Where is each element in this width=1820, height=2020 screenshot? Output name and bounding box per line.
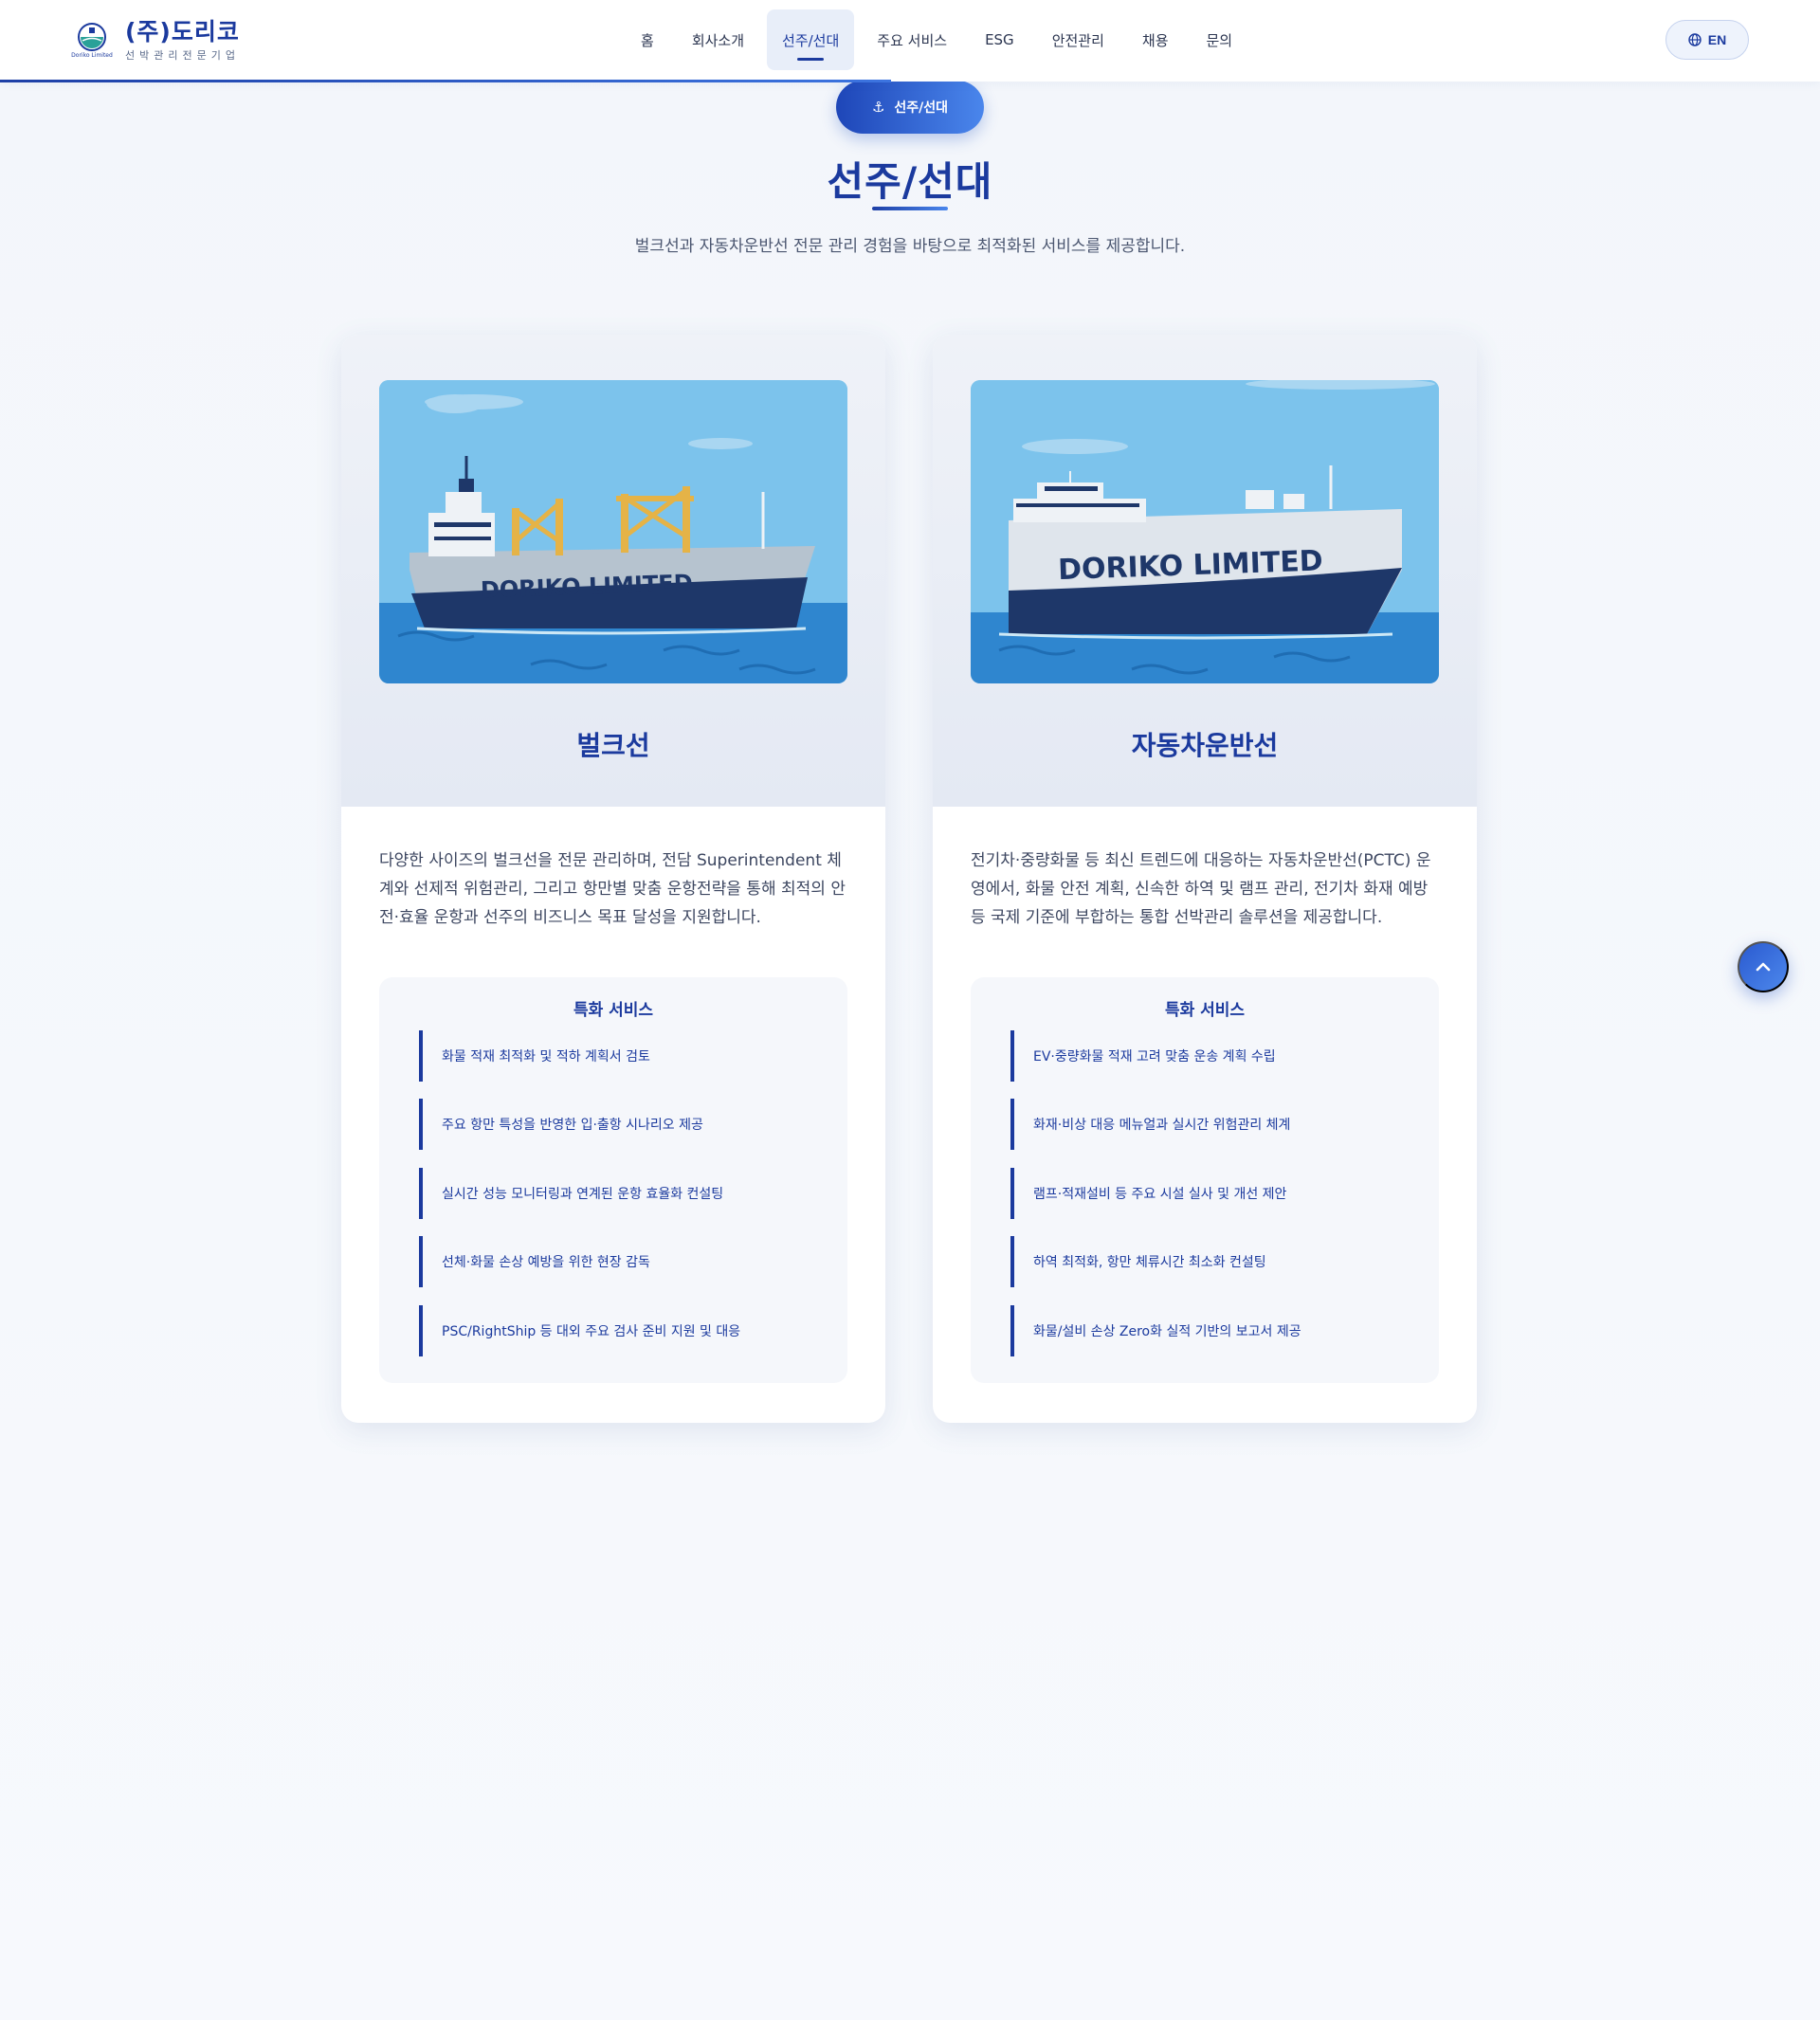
nav-item-fleet[interactable]: 선주/선대 (767, 9, 855, 70)
logo[interactable]: Doriko Limited (주)도리코 선박관리전문기업 (68, 19, 240, 63)
service-item: 실시간 성능 모니터링과 연계된 운항 효율화 컨설팅 (419, 1168, 817, 1219)
service-item: PSC/RightShip 등 대외 주요 검사 준비 지원 및 대응 (419, 1305, 817, 1356)
main-nav: 홈 회사소개 선주/선대 주요 서비스 ESG 안전관리 채용 문의 (626, 9, 1255, 70)
site-header: Doriko Limited (주)도리코 선박관리전문기업 홈 회사소개 선주… (0, 0, 1820, 82)
car-carrier-card: DORIKO LIMITED 자동차운반선 전기차·중량화물 등 최신 트렌드에… (933, 335, 1477, 1423)
nav-item-esg[interactable]: ESG (970, 9, 1029, 70)
nav-item-services[interactable]: 주요 서비스 (862, 9, 962, 70)
card-header: DORIKO LIMITED 벌크선 (341, 335, 885, 807)
service-item: 화재·비상 대응 메뉴얼과 실시간 위험관리 체계 (1010, 1099, 1409, 1150)
nav-item-contact[interactable]: 문의 (1192, 9, 1248, 70)
bulk-carrier-card: DORIKO LIMITED 벌크선 다양한 사이즈의 벌크선을 전문 관리하며… (341, 335, 885, 1423)
bulk-carrier-illustration: DORIKO LIMITED (379, 380, 847, 683)
logo-subtitle: 선박관리전문기업 (125, 49, 240, 62)
logo-mark-text: Doriko Limited (71, 52, 113, 59)
section-title: 선주/선대 (827, 158, 993, 205)
title-underline (872, 207, 948, 210)
service-item: 주요 항만 특성을 반영한 입·출항 시나리오 제공 (419, 1099, 817, 1150)
nav-item-careers[interactable]: 채용 (1127, 9, 1184, 70)
logo-title: (주)도리코 (125, 18, 240, 45)
specialized-services-box: 특화 서비스 화물 적재 최적화 및 적하 계획서 검토 주요 항만 특성을 반… (379, 977, 847, 1383)
chevron-up-icon (1756, 962, 1771, 972)
anchor-icon: ⚓ (871, 99, 885, 116)
language-toggle-button[interactable]: EN (1665, 20, 1749, 60)
service-item: 램프·적재설비 등 주요 시설 실사 및 개선 제안 (1010, 1168, 1409, 1219)
language-label: EN (1707, 32, 1727, 47)
logo-mark-icon: Doriko Limited (68, 20, 116, 62)
section-badge: ⚓ 선주/선대 (836, 81, 984, 134)
specialized-services-box: 특화 서비스 EV·중량화물 적재 고려 맞춤 운송 계획 수립 화재·비상 대… (971, 977, 1439, 1383)
nav-item-safety[interactable]: 안전관리 (1037, 9, 1119, 70)
card-description: 전기차·중량화물 등 최신 트렌드에 대응하는 자동차운반선(PCTC) 운영에… (971, 851, 1431, 927)
card-header: DORIKO LIMITED 자동차운반선 (933, 335, 1477, 807)
service-item: EV·중량화물 적재 고려 맞춤 운송 계획 수립 (1010, 1030, 1409, 1082)
back-to-top-button[interactable] (1738, 941, 1789, 992)
nav-item-about[interactable]: 회사소개 (677, 9, 759, 70)
service-item: 선체·화물 손상 예방을 위한 현장 감독 (419, 1236, 817, 1287)
card-title: 벌크선 (576, 730, 650, 761)
service-item: 화물 적재 최적화 및 적하 계획서 검토 (419, 1030, 817, 1082)
card-description: 다양한 사이즈의 벌크선을 전문 관리하며, 전담 Superintendent… (379, 851, 846, 927)
card-title: 자동차운반선 (1131, 730, 1279, 761)
nav-item-home[interactable]: 홈 (626, 9, 669, 70)
specialized-services-title: 특화 서비스 (573, 1001, 654, 1020)
service-item: 하역 최적화, 항만 체류시간 최소화 컨설팅 (1010, 1236, 1409, 1287)
section-badge-label: 선주/선대 (894, 100, 949, 116)
specialized-services-title: 특화 서비스 (1164, 1001, 1246, 1020)
scroll-progress-bar (0, 80, 891, 82)
car-carrier-illustration: DORIKO LIMITED (971, 380, 1439, 683)
service-item: 화물/설비 손상 Zero화 실적 기반의 보고서 제공 (1010, 1305, 1409, 1356)
section-subtitle: 벌크선과 자동차운반선 전문 관리 경험을 바탕으로 최적화된 서비스를 제공합… (634, 237, 1186, 256)
globe-icon (1688, 33, 1702, 46)
